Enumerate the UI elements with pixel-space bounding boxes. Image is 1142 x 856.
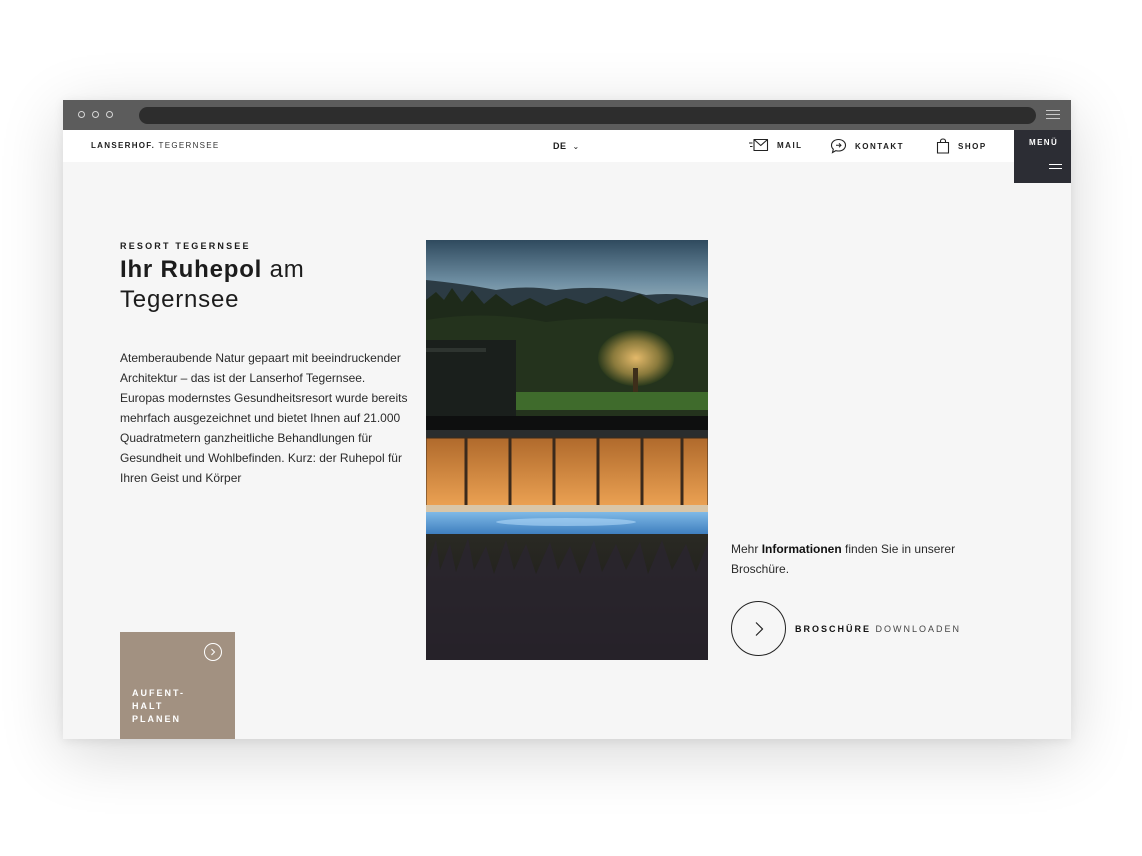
download-label-strong: BROSCHÜRE — [795, 623, 872, 634]
chevron-down-icon: ⌄ — [572, 142, 580, 151]
shopping-bag-icon — [936, 138, 950, 154]
window-dot-maximize[interactable] — [106, 111, 113, 118]
resort-photo — [426, 240, 708, 660]
nav-mail-label: MAIL — [777, 140, 803, 150]
menu-button[interactable]: MENÜ — [1014, 130, 1071, 183]
site-header: LANSERHOF. TEGERNSEE DE ⌄ MAIL KONTAKT S… — [63, 130, 1071, 162]
download-label[interactable]: BROSCHÜRE DOWNLOADEN — [795, 624, 961, 634]
plan-arrow-button[interactable] — [204, 643, 222, 661]
browser-chrome — [63, 100, 1071, 130]
nav-contact-label: KONTAKT — [855, 141, 905, 151]
window-dot-close[interactable] — [78, 111, 85, 118]
address-bar[interactable] — [139, 107, 1036, 124]
chevron-right-icon — [211, 648, 216, 656]
brochure-text: Mehr Informationen finden Sie in unserer… — [731, 539, 991, 579]
language-selector[interactable]: DE ⌄ — [553, 141, 580, 151]
chevron-right-icon — [755, 621, 763, 636]
title-strong: Ihr Ruhepol — [120, 256, 263, 283]
hamburger-icon — [1049, 164, 1062, 172]
mail-icon — [749, 138, 769, 152]
nav-contact[interactable]: KONTAKT — [830, 138, 904, 154]
browser-menu-icon[interactable] — [1046, 110, 1060, 120]
brochure-download-button[interactable]: BROSCHÜRE DOWNLOADEN — [731, 601, 971, 656]
brochure-text-bold: Informationen — [761, 542, 842, 556]
menu-label: MENÜ — [1029, 138, 1059, 147]
logo-location: TEGERNSEE — [158, 141, 220, 150]
intro-paragraph: Atemberaubende Natur gepaart mit beeindr… — [120, 351, 408, 485]
browser-window: LANSERHOF. TEGERNSEE DE ⌄ MAIL KONTAKT S… — [63, 100, 1071, 739]
plan-stay-card[interactable]: AUFENT- HALT PLANEN — [120, 632, 235, 739]
nav-shop-label: SHOP — [958, 141, 987, 151]
logo-brand: LANSERHOF. — [91, 141, 156, 150]
plan-stay-label: AUFENT- HALT PLANEN — [132, 688, 185, 724]
download-circle[interactable] — [731, 601, 786, 656]
section-eyebrow: RESORT TEGERNSEE — [120, 241, 251, 251]
nav-mail[interactable]: MAIL — [749, 138, 803, 152]
chat-icon — [830, 138, 847, 154]
language-label: DE — [553, 141, 567, 151]
page-title: Ihr Ruhepol am Tegernsee — [120, 255, 380, 315]
logo[interactable]: LANSERHOF. TEGERNSEE — [91, 141, 220, 150]
brochure-text-before: Mehr — [731, 542, 762, 556]
nav-shop[interactable]: SHOP — [936, 138, 987, 154]
download-label-light: DOWNLOADEN — [875, 623, 962, 634]
window-dot-minimize[interactable] — [92, 111, 99, 118]
